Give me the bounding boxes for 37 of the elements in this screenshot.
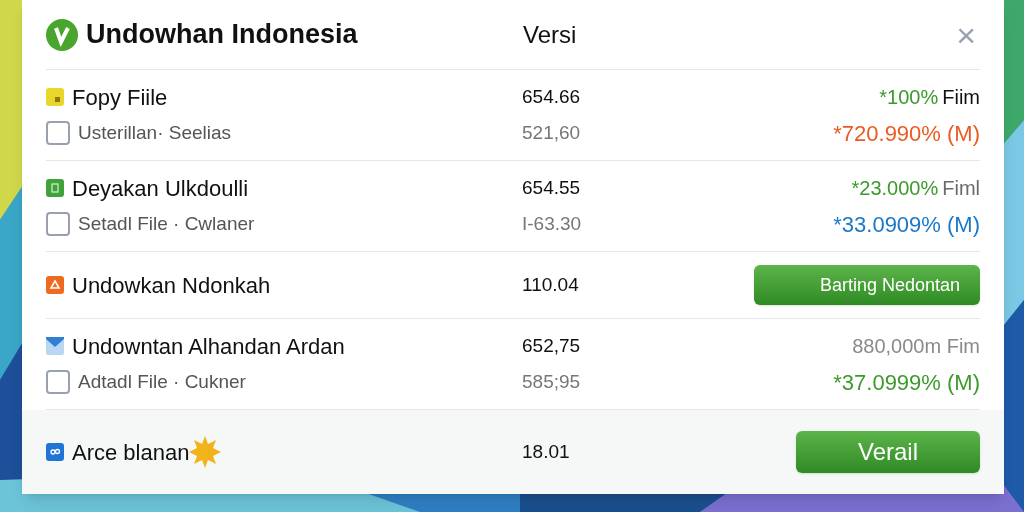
note-icon (46, 88, 64, 106)
column-header: Versi (523, 19, 577, 50)
checkbox[interactable] (46, 121, 70, 145)
version-value: 654.55 (522, 175, 581, 200)
link-icon (46, 443, 64, 461)
item-name: Undowntan Alhandan Ardan (72, 332, 345, 361)
item-detail: Setadl File · Cwlaner (78, 211, 255, 236)
version-value: 521,60 (522, 120, 581, 145)
version-value: 652,75 (522, 333, 581, 358)
item-detail: Adtadl File · Cukner (78, 369, 246, 394)
status-text: 880,000m Fim (852, 334, 980, 359)
item-detail: Usterillan· Seelias (78, 120, 232, 145)
action-button[interactable]: Verail (796, 431, 980, 473)
item-name: Arce blanan (72, 438, 190, 467)
item-name: Fopy Fiile (72, 83, 168, 112)
mail-icon (46, 337, 64, 355)
status-text: *33.0909% (M) (833, 210, 980, 239)
status-text: Fiim (942, 85, 980, 110)
status-text: *720.990% (M) (833, 119, 980, 148)
status-text: *37.0999% (M) (833, 368, 980, 397)
action-button[interactable]: Barting Nedontan (754, 265, 980, 305)
check-logo-icon (46, 18, 78, 51)
version-value: 654.66 (522, 84, 581, 109)
item-name: Undowkan Ndonkah (72, 271, 271, 300)
item-name: Deyakan Ulkdoulli (72, 174, 249, 203)
version-value: I-63.30 (522, 211, 582, 236)
sheet-icon (46, 179, 64, 197)
checkbox[interactable] (46, 212, 70, 236)
version-value: 110.04 (522, 272, 579, 297)
checkbox[interactable] (46, 370, 70, 394)
status-text: Fiml (942, 176, 980, 201)
window-title: Undowhan Indonesia (86, 18, 359, 52)
version-value: 18.01 (522, 439, 570, 464)
status-text: *100% (879, 85, 939, 110)
status-text: *23.000% (851, 176, 939, 201)
close-button[interactable]: × (956, 17, 976, 52)
version-value: 585;95 (522, 369, 581, 394)
